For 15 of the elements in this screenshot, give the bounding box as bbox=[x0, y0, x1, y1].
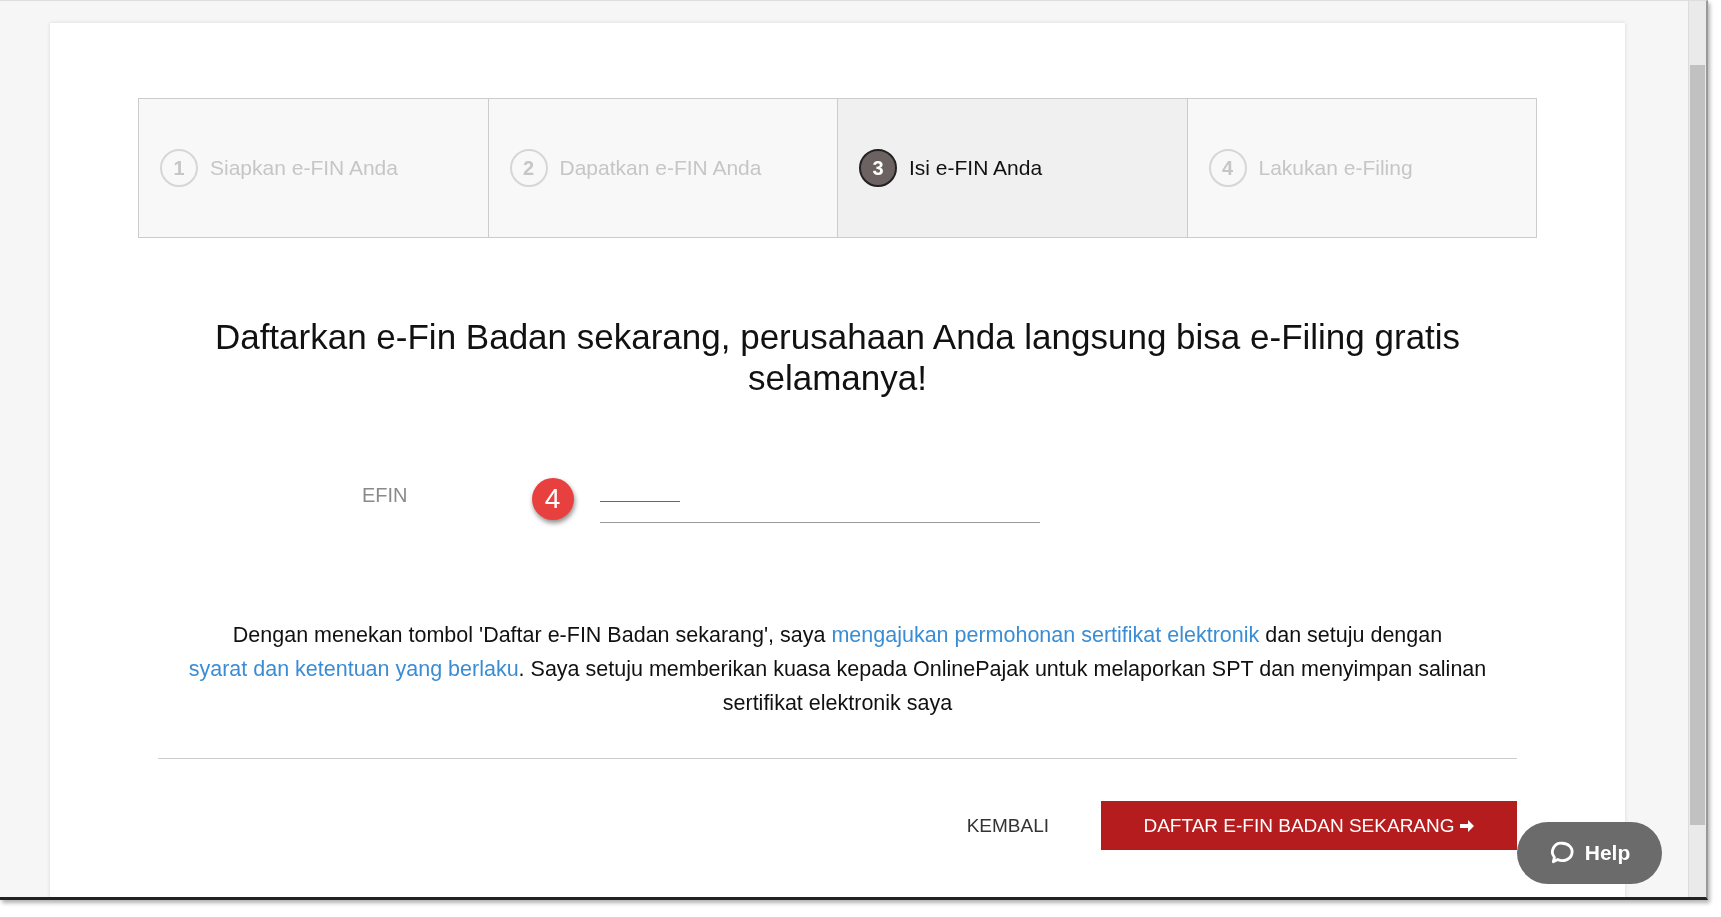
terms-link[interactable]: syarat dan ketentuan yang berlaku bbox=[188, 657, 519, 681]
step-number: 3 bbox=[859, 149, 897, 187]
efin-label: EFIN bbox=[362, 484, 408, 507]
back-button[interactable]: KEMBALI bbox=[956, 804, 1059, 847]
scrollbar-thumb[interactable] bbox=[1690, 65, 1705, 825]
consent-text: Dengan menekan tombol 'Daftar e-FIN Badan sekarang', saya mengajukan permohonan sertifikat elektronik dan setuju dengan syarat dan ketentuan yang berlaku. Saya setuju memberikan kuasa kepada OnlinePajak untuk melaporkan SPT dan menyimpan salinan sertifikat elektronik saya bbox=[187, 622, 1488, 717]
step-tab[interactable]: 3 Isi e-FIN Anda bbox=[838, 99, 1188, 237]
step-label: Isi e-FIN Anda bbox=[909, 156, 1043, 180]
help-button[interactable]: Help bbox=[1517, 822, 1662, 884]
arrow-right-icon bbox=[1458, 817, 1475, 834]
speech-bubble-icon bbox=[1548, 840, 1575, 866]
submit-button[interactable]: DAFTAR E-FIN BADAN SEKARANG bbox=[1101, 801, 1517, 850]
terms-link[interactable]: mengajukan permohonan sertifikat elektronik bbox=[831, 623, 1260, 647]
page-heading: Daftarkan e-Fin Badan sekarang, perusahaan Anda langsung bisa e-Filing gratis selamanya! bbox=[213, 316, 1462, 398]
callout-badge: 4 bbox=[531, 478, 574, 520]
